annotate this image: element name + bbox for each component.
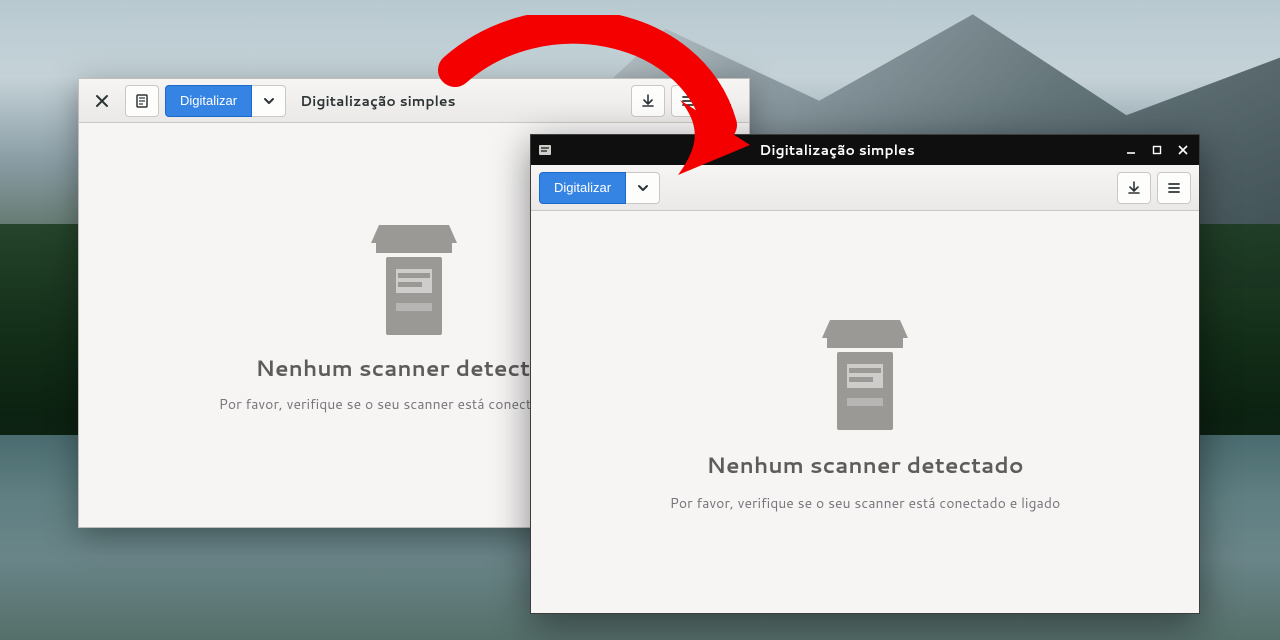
close-icon [1177,139,1189,162]
chevron-down-icon [635,180,651,196]
close-button[interactable] [1173,140,1193,160]
minimize-button[interactable] [711,85,743,117]
hamburger-icon [680,93,696,109]
headerbar: Digitalizar Digitalização simples [79,79,749,123]
scan-options-button[interactable] [626,172,660,204]
minimize-icon [719,93,735,109]
scan-split-button: Digitalizar [539,172,660,204]
scan-button[interactable]: Digitalizar [539,172,626,204]
close-button[interactable] [85,85,119,117]
new-document-button[interactable] [125,85,159,117]
window-title: Digitalização simples [559,140,1115,160]
window-title: Digitalização simples [292,91,625,111]
minimize-button[interactable] [1121,140,1141,160]
scan-split-button: Digitalizar [165,85,286,117]
toolbar: Digitalizar [531,165,1199,211]
titlebar[interactable]: Digitalização simples [531,135,1199,165]
maximize-icon [1151,139,1163,162]
download-icon [640,93,656,109]
empty-state-title: Nenhum scanner detectado [255,353,572,384]
simple-scan-window-dark: Digitalização simples Digitalizar [530,134,1200,614]
save-button[interactable] [1117,172,1151,204]
document-icon [134,93,150,109]
scanner-icon [815,312,915,438]
empty-state-subtitle: Por favor, verifique se o seu scanner es… [670,493,1061,513]
minimize-icon [1125,139,1137,162]
maximize-button[interactable] [1147,140,1167,160]
scanner-icon [364,217,464,343]
save-button[interactable] [631,85,665,117]
scan-options-button[interactable] [252,85,286,117]
menu-button[interactable] [1157,172,1191,204]
content-area: Nenhum scanner detectado Por favor, veri… [531,211,1199,613]
chevron-down-icon [261,93,277,109]
empty-state-title: Nenhum scanner detectado [706,450,1023,481]
menu-button[interactable] [671,85,705,117]
close-icon [94,93,110,109]
hamburger-icon [1166,180,1182,196]
download-icon [1126,180,1142,196]
scan-button[interactable]: Digitalizar [165,85,252,117]
app-icon [537,142,553,158]
